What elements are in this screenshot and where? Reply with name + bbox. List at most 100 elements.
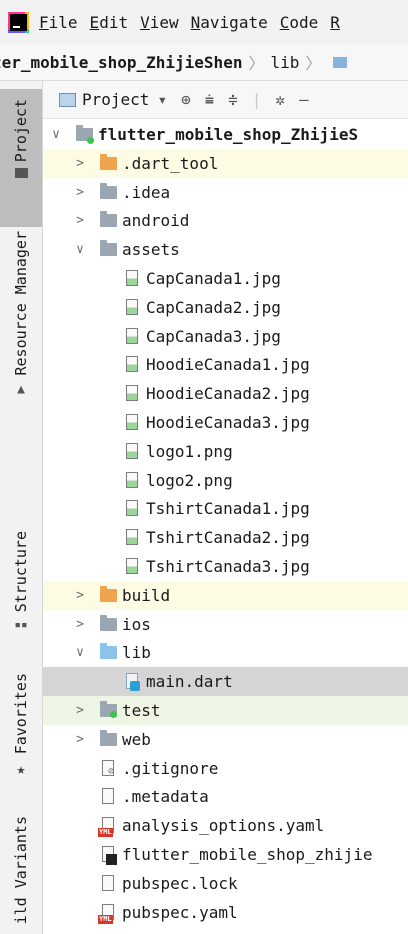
tree-row[interactable]: ∨ assets: [43, 235, 408, 264]
tree-row[interactable]: > build: [43, 580, 408, 610]
chevron-right-icon[interactable]: >: [73, 185, 87, 200]
menu-view[interactable]: View: [140, 13, 179, 32]
left-tool-window-bar: Project Resource Manager ▲ Structure ▪▪ …: [0, 81, 43, 934]
tab-structure[interactable]: Structure ▪▪: [0, 531, 42, 641]
folder-icon: [14, 168, 28, 179]
folder-icon: [100, 240, 117, 257]
tree-row[interactable]: TshirtCanada1.jpg: [43, 494, 408, 523]
breadcrumb-project[interactable]: ter_mobile_shop_ZhijieShen: [0, 53, 242, 72]
image-file-icon: [126, 356, 138, 373]
structure-icon: ▪▪: [14, 618, 28, 632]
tree-row[interactable]: logo1.png: [43, 437, 408, 466]
tree-row[interactable]: YML pubspec.yaml: [43, 898, 408, 927]
expand-all-icon[interactable]: ⩧: [205, 90, 214, 110]
tree-row[interactable]: > web: [43, 725, 408, 754]
folder-icon: [100, 153, 117, 170]
image-file-icon: [126, 385, 138, 402]
tree-row[interactable]: CapCanada3.jpg: [43, 322, 408, 351]
tree-item-label: build: [122, 585, 171, 605]
tree-row[interactable]: HoodieCanada1.jpg: [43, 350, 408, 379]
tree-row[interactable]: HoodieCanada3.jpg: [43, 408, 408, 437]
chevron-right-icon[interactable]: >: [73, 156, 87, 171]
tree-row[interactable]: .metadata: [43, 782, 408, 811]
menu-navigate[interactable]: Navigate: [191, 13, 268, 32]
tree-row[interactable]: CapCanada1.jpg: [43, 264, 408, 293]
tree-item-label: ios: [122, 614, 151, 634]
tree-row[interactable]: > android: [43, 206, 408, 235]
tree-item-label: .metadata: [122, 787, 209, 807]
tree-row[interactable]: ∨ lib: [43, 638, 408, 667]
folder-icon: [100, 211, 117, 228]
chevron-right-icon[interactable]: >: [73, 617, 87, 632]
tree-row[interactable]: YML analysis_options.yaml: [43, 811, 408, 840]
collapse-all-icon[interactable]: ≑: [228, 90, 238, 109]
project-panel-header: Project ▾ ⊕ ⩧ ≑ | ✲ —: [43, 81, 408, 119]
tree-row[interactable]: flutter_mobile_shop_zhijie: [43, 840, 408, 869]
chevron-down-icon[interactable]: ▾: [157, 90, 167, 109]
project-view-selector[interactable]: Project: [82, 90, 149, 109]
star-icon: ★: [16, 760, 26, 779]
chevron-down-icon[interactable]: ∨: [49, 127, 63, 142]
tree-row[interactable]: main.dart: [43, 667, 408, 697]
folder-icon: [333, 56, 348, 68]
tree-item-label: CapCanada2.jpg: [146, 297, 281, 317]
tree-row[interactable]: > test: [43, 696, 408, 725]
chevron-right-icon[interactable]: >: [73, 732, 87, 747]
file-icon: [102, 788, 114, 805]
flutter-badge-icon: [106, 854, 117, 865]
tree-item-label: flutter_mobile_shop_zhijie: [122, 845, 373, 864]
tree-item-label: logo1.png: [146, 441, 233, 461]
tree-item-label: TshirtCanada3.jpg: [146, 557, 310, 576]
tree-item-label: HoodieCanada1.jpg: [146, 355, 310, 375]
tab-build-variants[interactable]: ild Variants: [0, 816, 42, 934]
image-file-icon: [126, 270, 138, 286]
module-badge-icon: [87, 137, 94, 144]
tree-row[interactable]: > .idea: [43, 178, 408, 207]
breadcrumb: ter_mobile_shop_ZhijieShen 〉 lib 〉: [0, 44, 408, 81]
folder-icon: [100, 643, 117, 660]
tree-item-label: analysis_options.yaml: [122, 816, 325, 836]
tree-item-label: android: [122, 211, 190, 231]
tab-project[interactable]: Project: [0, 89, 42, 227]
tab-favorites[interactable]: Favorites ★: [0, 673, 42, 788]
image-file-icon: [126, 558, 138, 574]
image-file-icon: [126, 529, 138, 546]
tree-item-label: pubspec.lock: [122, 873, 238, 893]
tree-item-label: assets: [122, 240, 180, 260]
tree-item-label: main.dart: [146, 672, 233, 692]
tree-row[interactable]: TshirtCanada2.jpg: [43, 523, 408, 552]
tree-item-label: HoodieCanada3.jpg: [146, 413, 310, 432]
tree-row[interactable]: TshirtCanada3.jpg: [43, 552, 408, 581]
tree-row[interactable]: logo2.png: [43, 466, 408, 495]
yaml-badge-icon: YML: [98, 914, 113, 924]
chevron-down-icon[interactable]: ∨: [73, 242, 87, 257]
gear-icon[interactable]: ✲: [275, 90, 285, 109]
menu-refactor[interactable]: R: [330, 13, 340, 32]
tree-row[interactable]: pubspec.lock: [43, 869, 408, 898]
menu-file[interactable]: File: [39, 13, 78, 32]
tree-row[interactable]: ⊘ .gitignore: [43, 754, 408, 783]
folder-icon: [100, 729, 117, 746]
locate-icon[interactable]: ⊕: [181, 90, 191, 109]
breadcrumb-lib[interactable]: lib: [270, 53, 299, 72]
tree-row[interactable]: > ios: [43, 610, 408, 639]
project-view-icon: [59, 92, 76, 107]
resource-manager-icon: ▲: [17, 381, 25, 397]
tab-resource-manager[interactable]: Resource Manager ▲: [0, 231, 42, 501]
yaml-badge-icon: YML: [98, 828, 113, 838]
chevron-right-icon[interactable]: >: [73, 213, 87, 228]
chevron-down-icon[interactable]: ∨: [73, 645, 87, 660]
tree-row[interactable]: HoodieCanada2.jpg: [43, 379, 408, 408]
menu-code[interactable]: Code: [280, 13, 319, 32]
tree-row[interactable]: > .dart_tool: [43, 148, 408, 178]
minimize-icon[interactable]: —: [299, 90, 309, 109]
separator: |: [251, 90, 262, 109]
image-file-icon: [126, 327, 138, 344]
ignore-badge-icon: ⊘: [108, 765, 115, 777]
tree-row[interactable]: ∨ flutter_mobile_shop_ZhijieS: [43, 120, 408, 149]
tree-row[interactable]: CapCanada2.jpg: [43, 293, 408, 322]
menu-edit[interactable]: Edit: [90, 13, 129, 32]
chevron-right-icon[interactable]: >: [73, 588, 87, 603]
tree-item-label: lib: [122, 643, 151, 663]
chevron-right-icon[interactable]: >: [73, 703, 87, 718]
